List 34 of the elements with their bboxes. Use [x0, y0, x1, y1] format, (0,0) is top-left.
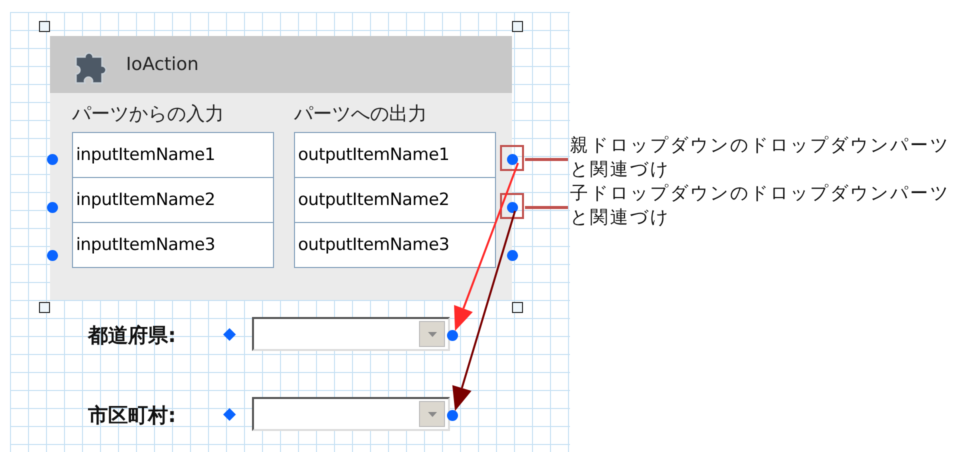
connection-point[interactable] — [47, 250, 58, 261]
selection-handle[interactable] — [512, 302, 523, 313]
selection-handle[interactable] — [39, 21, 50, 32]
item-name-field: outputItemName1 — [294, 132, 496, 178]
selection-handle[interactable] — [512, 21, 523, 32]
connection-point[interactable] — [223, 408, 236, 421]
annotation-text: 親ドロップダウンのドロップダウンパーツと関連づけ — [570, 134, 951, 182]
item-name-field: inputItemName1 — [72, 132, 274, 178]
column-heading: パーツからの入力 — [72, 102, 225, 127]
connection-point[interactable] — [447, 330, 458, 341]
connection-point[interactable] — [47, 154, 58, 165]
item-name-field: inputItemName2 — [72, 177, 274, 223]
highlight-frame — [500, 145, 524, 171]
panel-title: IoAction — [126, 54, 199, 75]
field-label: 都道府県: — [88, 322, 176, 349]
annotation-text: 子ドロップダウンのドロップダウンパーツと関連づけ — [570, 182, 951, 230]
caret-icon — [428, 332, 436, 336]
selection-handle[interactable] — [39, 302, 50, 313]
item-name-field: outputItemName3 — [294, 222, 496, 268]
item-name-field: outputItemName2 — [294, 177, 496, 223]
dropdown-field[interactable] — [252, 397, 450, 431]
dropdown-field[interactable] — [252, 317, 450, 351]
column-heading: パーツへの出力 — [294, 102, 428, 127]
connection-point[interactable] — [47, 202, 58, 213]
highlight-frame — [500, 193, 524, 219]
connection-point[interactable] — [447, 410, 458, 421]
connection-point[interactable] — [507, 250, 518, 261]
caret-icon — [428, 412, 436, 416]
connection-point[interactable] — [507, 154, 518, 165]
item-name-field: inputItemName3 — [72, 222, 274, 268]
connection-point[interactable] — [223, 328, 236, 341]
leader-line — [525, 206, 568, 208]
leader-line — [525, 158, 568, 160]
field-label: 市区町村: — [88, 402, 176, 429]
